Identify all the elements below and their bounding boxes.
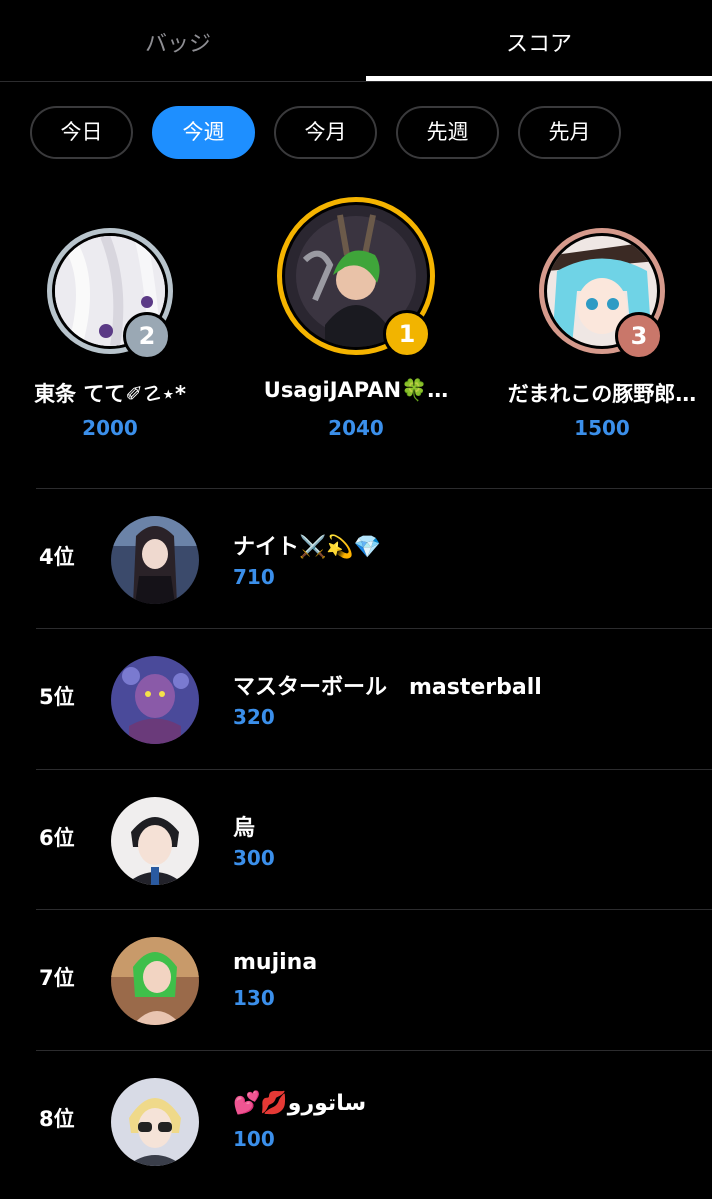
avatar[interactable] <box>111 937 199 1025</box>
tab-bar: バッジ スコア <box>0 0 712 82</box>
user-name: mujina <box>233 950 318 975</box>
avatar[interactable] <box>111 797 199 885</box>
tab-badge[interactable]: バッジ <box>0 0 356 80</box>
podium-name-3: だまれこの豚野郎… <box>507 382 697 406</box>
podium-score-1: 2040 <box>328 416 384 440</box>
podium-score-2: 2000 <box>82 416 138 440</box>
user-score: 130 <box>233 986 275 1010</box>
ranking-row[interactable]: 6位 烏 300 <box>36 769 712 910</box>
avatar[interactable] <box>111 516 199 604</box>
tab-divider <box>0 81 712 82</box>
user-name: 烏 <box>233 816 256 841</box>
user-score: 100 <box>233 1127 275 1151</box>
period-this-month-pill[interactable]: 今月 <box>274 106 377 159</box>
rank-label: 7位 <box>39 966 75 990</box>
rank-badge-1: 1 <box>383 310 431 358</box>
user-name: ナイト⚔️💫💎 <box>233 535 382 560</box>
podium-name-2: 東条 てて✐☡⋆* <box>34 382 186 406</box>
ranking-row[interactable]: 5位 マスターボール masterball 320 <box>36 628 712 769</box>
user-score: 320 <box>233 705 275 729</box>
rank-label: 5位 <box>39 685 75 709</box>
ranking-row[interactable]: 4位 ナイト⚔️💫💎 710 <box>36 488 712 629</box>
podium-name-1: UsagiJAPAN🍀… <box>263 378 449 402</box>
user-score: 710 <box>233 565 275 589</box>
rank-label: 4位 <box>39 545 75 569</box>
period-last-month-pill[interactable]: 先月 <box>518 106 621 159</box>
user-name: マスターボール masterball <box>233 675 542 700</box>
rank-label: 6位 <box>39 826 75 850</box>
rank-badge-3: 3 <box>615 312 663 360</box>
user-name: 💕💋ساتورو <box>233 1091 367 1116</box>
rank-badge-2: 2 <box>123 312 171 360</box>
period-last-week-pill[interactable]: 先週 <box>396 106 499 159</box>
ranking-row[interactable]: 8位 💕💋ساتورو 100 <box>36 1050 712 1191</box>
rank-label: 8位 <box>39 1107 75 1131</box>
avatar[interactable] <box>111 656 199 744</box>
ranking-row[interactable]: 7位 mujina 130 <box>36 909 712 1050</box>
podium-score-3: 1500 <box>574 416 630 440</box>
tab-score[interactable]: スコア <box>366 0 712 80</box>
period-today-pill[interactable]: 今日 <box>30 106 133 159</box>
period-this-week-pill[interactable]: 今週 <box>152 106 255 159</box>
user-score: 300 <box>233 846 275 870</box>
avatar[interactable] <box>111 1078 199 1166</box>
